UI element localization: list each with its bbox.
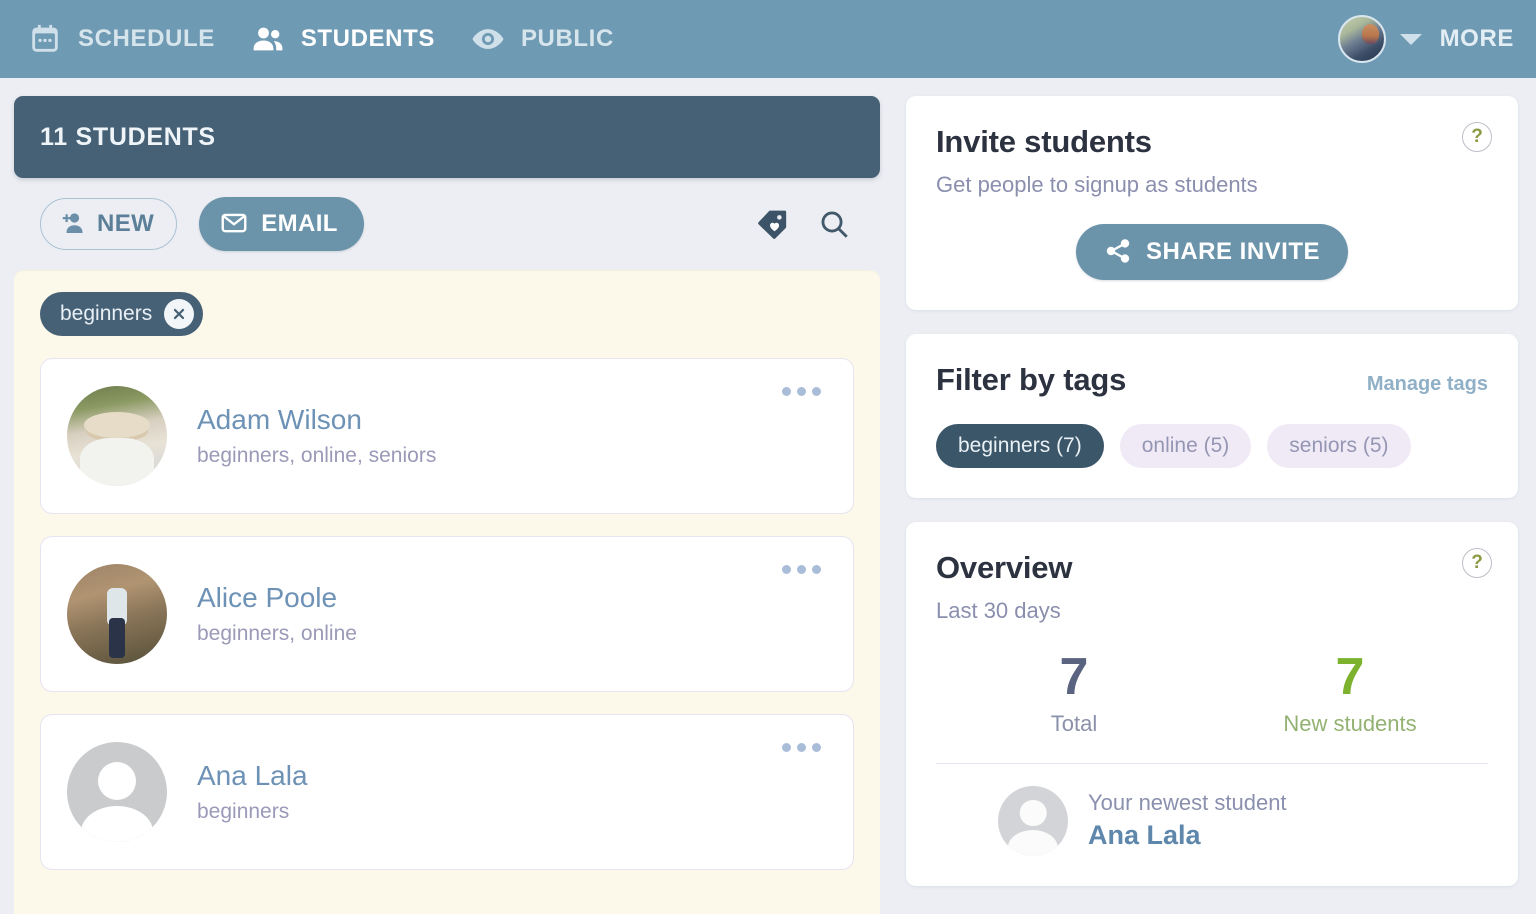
stat-new-students: 7 New students bbox=[1212, 650, 1488, 737]
newest-student-name[interactable]: Ana Lala bbox=[1088, 820, 1287, 851]
nav-items: SCHEDULE STUDENTS PUBLIC bbox=[18, 0, 640, 78]
student-name[interactable]: Alice Poole bbox=[197, 582, 357, 614]
more-options-icon[interactable] bbox=[776, 559, 827, 580]
nav-item-students[interactable]: STUDENTS bbox=[241, 0, 461, 78]
share-invite-button[interactable]: SHARE INVITE bbox=[1076, 224, 1348, 280]
tag-icon[interactable] bbox=[752, 204, 792, 244]
stat-total-value: 7 bbox=[936, 650, 1212, 705]
top-navigation-bar: SCHEDULE STUDENTS PUBLIC bbox=[0, 0, 1536, 78]
sidebar-column: ? Invite students Get people to signup a… bbox=[906, 96, 1518, 914]
student-name[interactable]: Ana Lala bbox=[197, 760, 308, 792]
filter-by-tags-card: Filter by tags Manage tags beginners (7)… bbox=[906, 334, 1518, 498]
student-info: Adam Wilson beginners, online, seniors bbox=[197, 404, 436, 468]
nav-item-schedule[interactable]: SCHEDULE bbox=[18, 0, 241, 78]
share-invite-label: SHARE INVITE bbox=[1146, 238, 1320, 266]
overview-card: ? Overview Last 30 days 7 Total 7 New st… bbox=[906, 522, 1518, 886]
user-avatar[interactable] bbox=[1338, 15, 1386, 63]
student-name[interactable]: Adam Wilson bbox=[197, 404, 436, 436]
close-icon[interactable] bbox=[164, 299, 194, 329]
chevron-down-icon[interactable] bbox=[1400, 34, 1422, 45]
filter-tags-title: Filter by tags bbox=[936, 362, 1126, 398]
overview-subtitle: Last 30 days bbox=[936, 598, 1488, 624]
nav-item-public[interactable]: PUBLIC bbox=[461, 0, 640, 78]
help-icon[interactable]: ? bbox=[1462, 122, 1492, 152]
overview-title: Overview bbox=[936, 550, 1488, 586]
more-options-icon[interactable] bbox=[776, 737, 827, 758]
stat-total: 7 Total bbox=[936, 650, 1212, 737]
invite-subtitle: Get people to signup as students bbox=[936, 172, 1488, 198]
overview-stats: 7 Total 7 New students bbox=[936, 650, 1488, 737]
table-row[interactable]: Adam Wilson beginners, online, seniors bbox=[40, 358, 854, 514]
new-student-button[interactable]: NEW bbox=[40, 198, 177, 250]
students-column: 11 STUDENTS NEW bbox=[14, 96, 880, 914]
people-icon bbox=[249, 20, 287, 58]
tag-pill-online[interactable]: online (5) bbox=[1120, 424, 1252, 468]
newest-student-label: Your newest student bbox=[1088, 790, 1287, 816]
email-button[interactable]: EMAIL bbox=[199, 197, 364, 251]
table-row[interactable]: Ana Lala beginners bbox=[40, 714, 854, 870]
active-filters-row: beginners bbox=[40, 292, 854, 336]
stat-new-label: New students bbox=[1212, 711, 1488, 737]
newest-student-info: Your newest student Ana Lala bbox=[1088, 790, 1287, 851]
more-menu-button[interactable]: MORE bbox=[1440, 25, 1514, 53]
add-person-icon bbox=[57, 208, 87, 241]
avatar bbox=[67, 386, 167, 486]
students-panel-header: 11 STUDENTS bbox=[14, 96, 880, 178]
student-info: Alice Poole beginners, online bbox=[197, 582, 357, 646]
student-tags: beginners, online, seniors bbox=[197, 444, 436, 468]
email-button-label: EMAIL bbox=[261, 210, 338, 238]
nav-label-public: PUBLIC bbox=[521, 25, 614, 53]
nav-user-area: MORE bbox=[1338, 15, 1514, 63]
avatar-placeholder-icon bbox=[67, 742, 167, 842]
students-count-title: 11 STUDENTS bbox=[40, 123, 216, 152]
avatar-placeholder-icon bbox=[998, 786, 1068, 856]
invite-students-card: ? Invite students Get people to signup a… bbox=[906, 96, 1518, 310]
stat-new-value: 7 bbox=[1212, 650, 1488, 705]
search-icon[interactable] bbox=[814, 204, 854, 244]
manage-tags-link[interactable]: Manage tags bbox=[1367, 373, 1488, 396]
students-toolbar: NEW EMAIL bbox=[14, 178, 880, 270]
stat-total-label: Total bbox=[936, 711, 1212, 737]
share-icon bbox=[1104, 237, 1132, 268]
table-row[interactable]: Alice Poole beginners, online bbox=[40, 536, 854, 692]
new-button-label: NEW bbox=[97, 210, 154, 238]
page-title: Invite students bbox=[936, 124, 1488, 160]
students-list-panel: beginners Adam Wilson beginners, online,… bbox=[14, 270, 880, 914]
more-options-icon[interactable] bbox=[776, 381, 827, 402]
student-tags: beginners, online bbox=[197, 622, 357, 646]
envelope-icon bbox=[219, 208, 249, 241]
avatar bbox=[67, 564, 167, 664]
tag-pill-list: beginners (7) online (5) seniors (5) bbox=[936, 424, 1488, 468]
nav-label-schedule: SCHEDULE bbox=[78, 25, 215, 53]
filter-tags-header: Filter by tags Manage tags bbox=[936, 362, 1488, 398]
nav-label-students: STUDENTS bbox=[301, 25, 435, 53]
divider bbox=[936, 763, 1488, 764]
tag-pill-beginners[interactable]: beginners (7) bbox=[936, 424, 1104, 468]
calendar-icon bbox=[26, 20, 64, 58]
newest-student-row: Your newest student Ana Lala bbox=[936, 786, 1488, 856]
student-tags: beginners bbox=[197, 800, 308, 824]
tag-pill-seniors[interactable]: seniors (5) bbox=[1267, 424, 1410, 468]
eye-icon bbox=[469, 20, 507, 58]
page-body: 11 STUDENTS NEW bbox=[0, 78, 1536, 914]
student-info: Ana Lala beginners bbox=[197, 760, 308, 824]
filter-chip-label: beginners bbox=[60, 302, 152, 326]
active-filter-chip-beginners[interactable]: beginners bbox=[40, 292, 203, 336]
help-icon[interactable]: ? bbox=[1462, 548, 1492, 578]
